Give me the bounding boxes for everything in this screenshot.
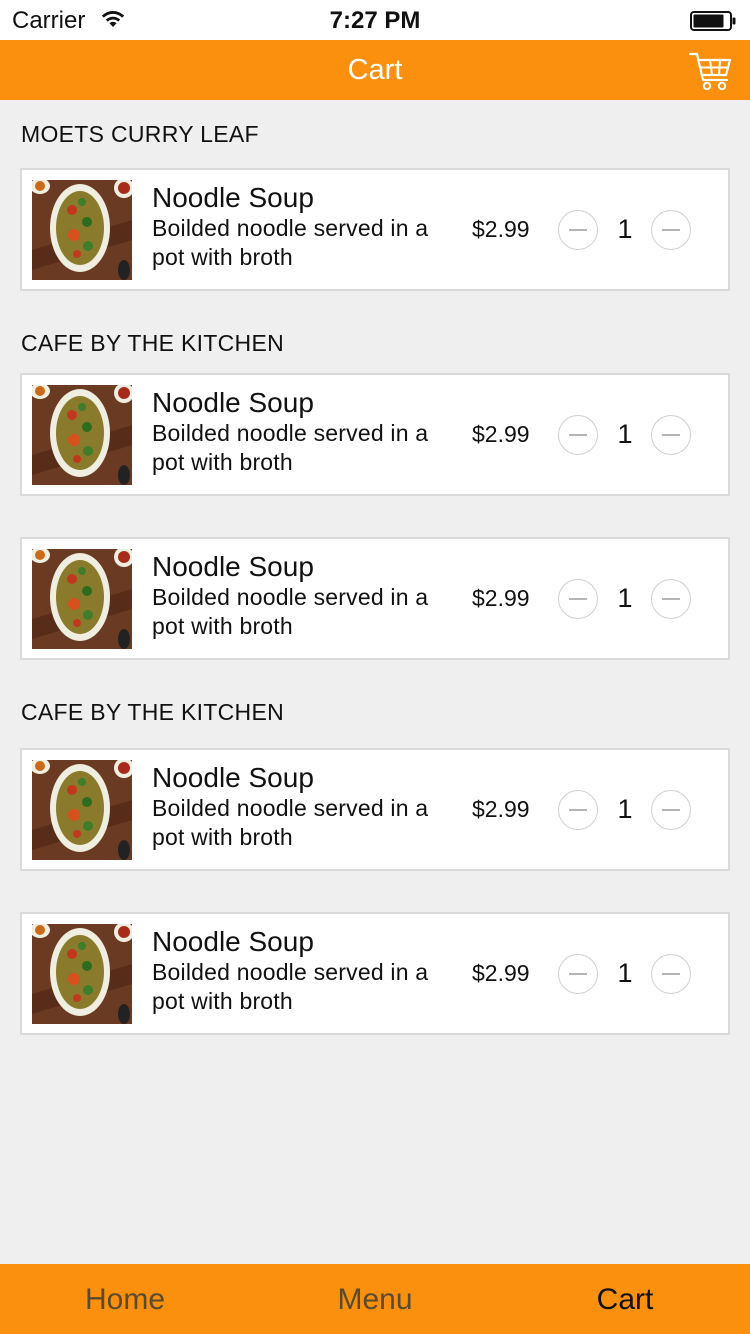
section-title: CAFE BY THE KITCHEN (21, 699, 285, 725)
food-thumbnail (32, 760, 132, 860)
item-description: Boilded noodle served in a pot with brot… (152, 795, 429, 850)
tab-menu[interactable]: Menu (250, 1264, 500, 1334)
increase-quantity-button[interactable] (651, 415, 691, 455)
increase-quantity-button[interactable] (651, 954, 691, 994)
status-time: 7:27 PM (329, 7, 421, 34)
food-thumbnail (32, 924, 132, 1024)
cart-item[interactable]: Noodle Soup Boilded noodle served in a p… (20, 373, 730, 496)
decrease-quantity-button[interactable] (558, 210, 598, 250)
page-title: Cart (347, 54, 403, 86)
section-title: CAFE BY THE KITCHEN (21, 330, 285, 356)
food-thumbnail (32, 385, 132, 485)
section-title: MOETS CURRY LEAF (21, 121, 259, 147)
item-description: Boilded noodle served in a pot with brot… (152, 959, 429, 1014)
item-price: $2.99 (472, 796, 530, 822)
increase-quantity-button[interactable] (651, 210, 691, 250)
item-name: Noodle Soup (152, 762, 314, 793)
item-description: Boilded noodle served in a pot with brot… (152, 215, 429, 270)
item-description: Boilded noodle served in a pot with brot… (152, 420, 429, 475)
cart-item[interactable]: Noodle Soup Boilded noodle served in a p… (20, 168, 730, 291)
item-price: $2.99 (472, 421, 530, 447)
tab-cart[interactable]: Cart (500, 1264, 750, 1334)
cart-icon[interactable] (688, 48, 734, 94)
restaurant-section: MOETS CURRY LEAF Noodle Soup Boilded noo… (0, 100, 750, 291)
status-bar: Carrier 7:27 PM (0, 0, 750, 40)
item-quantity: 1 (617, 419, 633, 449)
item-name: Noodle Soup (152, 182, 314, 213)
decrease-quantity-button[interactable] (558, 790, 598, 830)
decrease-quantity-button[interactable] (558, 954, 598, 994)
tab-home[interactable]: Home (0, 1264, 250, 1334)
item-description: Boilded noodle served in a pot with brot… (152, 584, 429, 639)
nav-bar: Cart (0, 40, 750, 100)
tab-bar: Home Menu Cart (0, 1264, 750, 1334)
cart-content: MOETS CURRY LEAF Noodle Soup Boilded noo… (0, 100, 750, 1035)
food-thumbnail (32, 549, 132, 649)
food-thumbnail (32, 180, 132, 280)
item-quantity: 1 (617, 794, 633, 824)
item-name: Noodle Soup (152, 387, 314, 418)
item-name: Noodle Soup (152, 551, 314, 582)
increase-quantity-button[interactable] (651, 790, 691, 830)
increase-quantity-button[interactable] (651, 579, 691, 619)
decrease-quantity-button[interactable] (558, 415, 598, 455)
battery-icon (690, 11, 736, 31)
cart-item[interactable]: Noodle Soup Boilded noodle served in a p… (20, 537, 730, 660)
item-quantity: 1 (617, 583, 633, 613)
decrease-quantity-button[interactable] (558, 579, 598, 619)
cart-item[interactable]: Noodle Soup Boilded noodle served in a p… (20, 912, 730, 1035)
cart-item[interactable]: Noodle Soup Boilded noodle served in a p… (20, 748, 730, 871)
item-quantity: 1 (617, 958, 633, 988)
item-price: $2.99 (472, 216, 530, 242)
item-price: $2.99 (472, 585, 530, 611)
item-price: $2.99 (472, 960, 530, 986)
item-quantity: 1 (617, 214, 633, 244)
restaurant-section: CAFE BY THE KITCHEN Noodle Soup Boilded … (0, 291, 750, 660)
restaurant-section: CAFE BY THE KITCHEN Noodle Soup Boilded … (0, 660, 750, 1035)
item-name: Noodle Soup (152, 926, 314, 957)
